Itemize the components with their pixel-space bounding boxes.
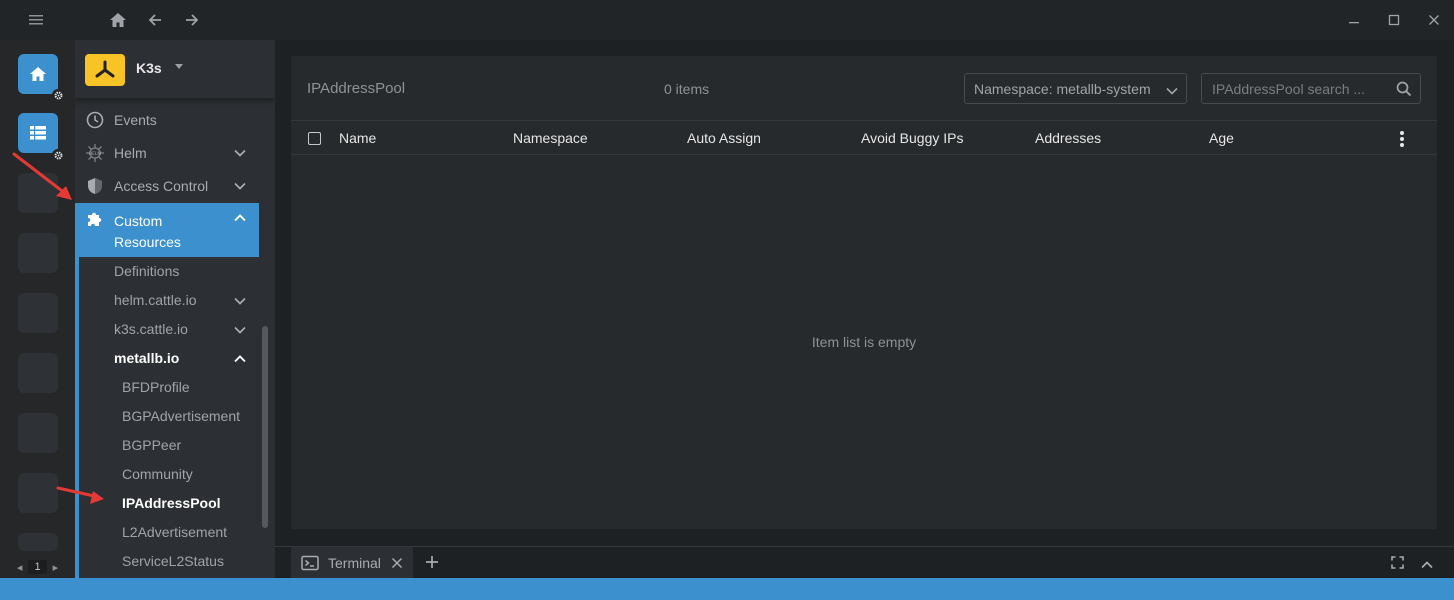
tab-terminal[interactable]: Terminal xyxy=(291,547,413,579)
hotbar-slot[interactable] xyxy=(18,293,58,333)
chevron-up-icon[interactable] xyxy=(75,351,259,367)
column-header-avoid-buggy-ips[interactable]: Avoid Buggy IPs xyxy=(861,130,963,146)
caret-down-icon[interactable] xyxy=(175,64,183,69)
shield-icon xyxy=(85,176,105,196)
maximize-icon[interactable] xyxy=(1382,8,1406,32)
hotbar-slot[interactable] xyxy=(18,353,58,393)
caret-right-icon[interactable]: ▸ xyxy=(53,561,59,574)
clock-icon xyxy=(85,110,105,130)
sidebar-subitem-community[interactable]: Community xyxy=(122,466,193,482)
gear-icon xyxy=(52,149,64,161)
hotbar: ◂ 1 ▸ xyxy=(0,40,75,578)
sidebar-subitem-bfdprofile[interactable]: BFDProfile xyxy=(122,379,190,395)
sidebar-item-helm[interactable]: HELM Helm xyxy=(75,141,259,165)
hamburger-icon[interactable] xyxy=(24,8,48,32)
sidebar-item-label: Helm xyxy=(114,145,147,161)
puzzle-icon xyxy=(85,209,105,229)
table-icon xyxy=(30,126,46,140)
sidebar-subitem-l2advertisement[interactable]: L2Advertisement xyxy=(122,524,227,540)
sidebar-subitem-servicel2status[interactable]: ServiceL2Status xyxy=(122,553,224,569)
column-header-age[interactable]: Age xyxy=(1209,130,1234,146)
cluster-header[interactable]: K3s xyxy=(75,40,275,98)
sidebar-subitem-bgpadvertisement[interactable]: BGPAdvertisement xyxy=(122,408,240,424)
home-icon xyxy=(30,67,46,81)
chevron-up-icon xyxy=(233,211,247,225)
dock: Terminal xyxy=(275,546,1454,579)
sidebar-item-access-control[interactable]: Access Control xyxy=(75,174,259,198)
gear-icon xyxy=(52,89,64,101)
chevron-down-icon xyxy=(233,146,247,160)
sidebar-subitem-definitions[interactable]: Definitions xyxy=(114,263,179,279)
table-header: Name Namespace Auto Assign Avoid Buggy I… xyxy=(291,120,1437,155)
search-input[interactable] xyxy=(1202,74,1392,103)
fullscreen-icon[interactable] xyxy=(1391,556,1404,574)
helm-icon: HELM xyxy=(85,143,105,163)
sidebar-item-events[interactable]: Events xyxy=(75,108,259,132)
more-vertical-icon[interactable] xyxy=(1396,130,1408,148)
caret-left-icon[interactable]: ◂ xyxy=(17,561,23,574)
status-bar xyxy=(0,578,1454,600)
sidebar-item-label: Access Control xyxy=(114,178,209,194)
hotbar-slot[interactable] xyxy=(18,533,58,551)
sidebar-item-label: Custom Resources xyxy=(114,213,181,250)
hotbar-welcome[interactable] xyxy=(18,54,58,94)
minimize-icon[interactable] xyxy=(1342,8,1366,32)
chevron-up-icon[interactable] xyxy=(1421,556,1433,574)
hotbar-slot[interactable] xyxy=(18,173,58,213)
arrow-right-icon[interactable] xyxy=(180,8,204,32)
namespace-select[interactable]: Namespace: metallb-system xyxy=(964,73,1187,104)
search-icon[interactable] xyxy=(1396,81,1412,102)
svg-text:HELM: HELM xyxy=(89,151,102,157)
close-icon[interactable] xyxy=(1422,8,1446,32)
home-icon[interactable] xyxy=(106,8,130,32)
sidebar-subitem-ipaddresspool[interactable]: IPAddressPool xyxy=(122,495,221,511)
chevron-down-icon xyxy=(233,179,247,193)
title-bar xyxy=(0,0,1454,40)
hotbar-catalog[interactable] xyxy=(18,113,58,153)
arrow-left-icon[interactable] xyxy=(143,8,167,32)
sidebar-item-label: Events xyxy=(114,112,157,128)
hotbar-page-number: 1 xyxy=(28,560,47,574)
sidebar-subitem-bgppeer[interactable]: BGPPeer xyxy=(122,437,181,453)
search-box[interactable] xyxy=(1201,73,1421,104)
page-title: IPAddressPool xyxy=(307,80,406,97)
hotbar-pager: ◂ 1 ▸ xyxy=(0,556,75,578)
column-header-auto-assign[interactable]: Auto Assign xyxy=(687,130,761,146)
terminal-icon xyxy=(301,555,319,574)
chevron-down-icon[interactable] xyxy=(75,293,259,309)
namespace-select-value: Namespace: metallb-system xyxy=(974,80,1151,97)
select-all-checkbox[interactable] xyxy=(308,132,321,145)
chevron-down-icon[interactable] xyxy=(75,322,259,338)
plus-icon[interactable] xyxy=(425,555,439,574)
main-area: IPAddressPool 0 items Namespace: metallb… xyxy=(275,40,1454,546)
column-header-addresses[interactable]: Addresses xyxy=(1035,130,1101,146)
sidebar-item-custom-resources[interactable]: Custom Resources xyxy=(75,203,259,257)
empty-state-message: Item list is empty xyxy=(811,334,917,350)
resource-panel: IPAddressPool 0 items Namespace: metallb… xyxy=(291,56,1437,529)
k3s-logo-icon xyxy=(85,54,125,86)
column-header-namespace[interactable]: Namespace xyxy=(513,130,588,146)
hotbar-slot[interactable] xyxy=(18,413,58,453)
hotbar-slot[interactable] xyxy=(18,473,58,513)
close-icon[interactable] xyxy=(391,556,403,572)
cluster-name: K3s xyxy=(136,60,162,76)
sidebar: K3s Events HELM Helm Access Control Cust… xyxy=(75,40,275,578)
item-count: 0 items xyxy=(664,81,710,97)
sidebar-scrollbar[interactable] xyxy=(262,326,268,528)
tab-label: Terminal xyxy=(328,555,381,571)
hotbar-slot[interactable] xyxy=(18,233,58,273)
chevron-down-icon xyxy=(1166,82,1178,98)
column-header-name[interactable]: Name xyxy=(339,130,376,146)
